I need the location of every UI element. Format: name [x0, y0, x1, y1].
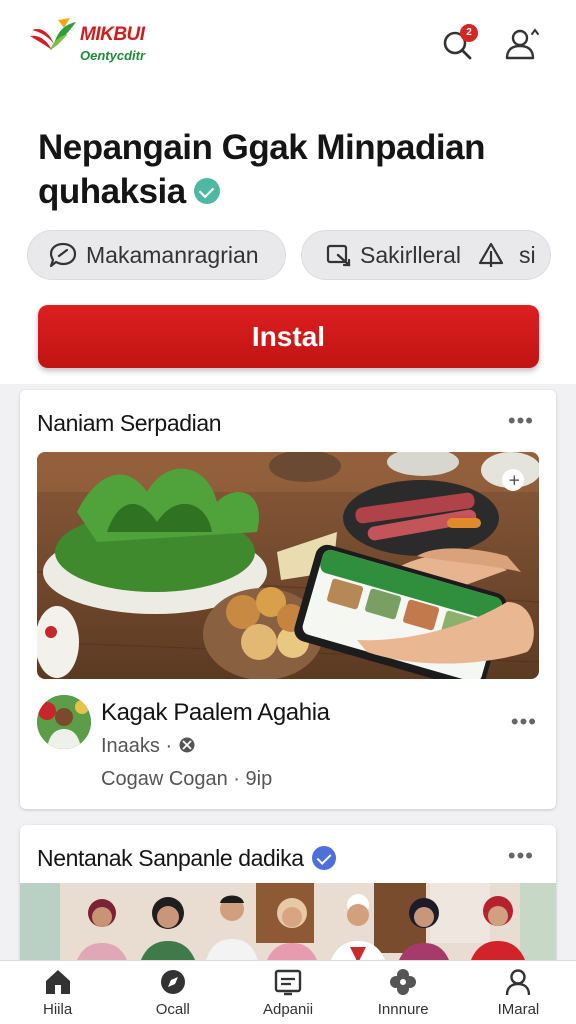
svg-text:+: +: [508, 471, 521, 489]
verified-icon: [193, 177, 220, 204]
top-section: MIKBUI Oentycditr 2 Nepangain Ggak Minpa…: [0, 0, 576, 384]
globe-icon: [179, 737, 195, 753]
post-author-row[interactable]: Kagak Paalem Agahia Inaaks · Cogaw Cogan…: [37, 695, 537, 805]
nav-label: Ocall: [155, 1001, 190, 1018]
chip-label: Makamanragrian: [86, 241, 259, 268]
post-more-options-icon[interactable]: •••: [511, 709, 537, 735]
profile-icon: [506, 969, 531, 996]
verified-icon: [311, 845, 336, 870]
nav-item-innnure[interactable]: Innnure: [346, 961, 461, 1024]
chat-bubble-icon: [49, 242, 77, 268]
post-meta: Cogaw Cogan · 9ip: [101, 768, 273, 790]
page-title: Nepangain Ggak Minpadian quhaksia: [38, 126, 538, 214]
compass-icon: [160, 970, 185, 994]
chip-makamanragrian[interactable]: Makamanragrian: [27, 230, 286, 280]
post-author-subtitle: Inaaks ·: [101, 735, 196, 758]
post-author-subtitle-text: Inaaks ·: [101, 735, 173, 757]
nav-item-adpanii[interactable]: Adpanii: [230, 961, 345, 1024]
user-icon: [505, 28, 539, 60]
chip-row: Makamanragrian Sakirlleral si: [27, 230, 552, 280]
card-title: Naniam Serpadian: [37, 410, 222, 436]
page-title-text: Nepangain Ggak Minpadian quhaksia: [38, 128, 485, 211]
logo-text-primary: MIKBUI: [80, 24, 145, 45]
post-image[interactable]: +: [37, 452, 539, 679]
clover-icon: [390, 969, 417, 995]
chip-extra: si: [477, 241, 536, 269]
post-card: Naniam Serpadian ••• + Kagak Paalem Agah…: [20, 390, 556, 809]
screen-icon: [274, 969, 302, 996]
card-title-text: Nentanak Sanpanle dadika: [37, 845, 304, 871]
nav-label: Adpanii: [262, 1001, 314, 1018]
notification-badge: 2: [460, 24, 478, 42]
app-logo[interactable]: MIKBUI Oentycditr: [28, 14, 178, 70]
nav-item-home[interactable]: Hiila: [0, 961, 115, 1024]
more-options-icon[interactable]: •••: [508, 410, 534, 432]
nav-label: Innnure: [377, 1001, 429, 1018]
avatar-image: [37, 695, 91, 749]
nav-label: IMaral: [497, 1001, 540, 1018]
bottom-navigation: Hiila Ocall Adpanii Innnure IMaral: [0, 960, 576, 1024]
home-icon: [45, 970, 70, 994]
share-icon: [326, 244, 351, 267]
search-button[interactable]: 2: [438, 24, 478, 64]
logo-text-secondary: Oentycditr: [80, 48, 146, 63]
card-title: Nentanak Sanpanle dadika: [37, 845, 336, 872]
chip-extra-label: si: [518, 241, 536, 268]
nav-item-profile[interactable]: IMaral: [461, 961, 576, 1024]
install-button[interactable]: Instal: [38, 305, 539, 368]
warning-icon: [478, 242, 504, 267]
post-author-name[interactable]: Kagak Paalem Agahia: [101, 699, 330, 727]
nav-item-call[interactable]: Ocall: [115, 961, 230, 1024]
nav-label: Hiila: [43, 1001, 73, 1018]
logo-mark-icon: [30, 18, 76, 50]
more-options-icon[interactable]: •••: [508, 845, 534, 867]
app-header: MIKBUI Oentycditr 2: [0, 0, 576, 92]
chip-sakirlleral[interactable]: Sakirlleral si: [301, 230, 551, 280]
avatar[interactable]: [37, 695, 91, 749]
chip-label: Sakirlleral: [360, 241, 461, 268]
account-button[interactable]: [502, 24, 542, 64]
food-photo-illustration: +: [37, 452, 539, 679]
